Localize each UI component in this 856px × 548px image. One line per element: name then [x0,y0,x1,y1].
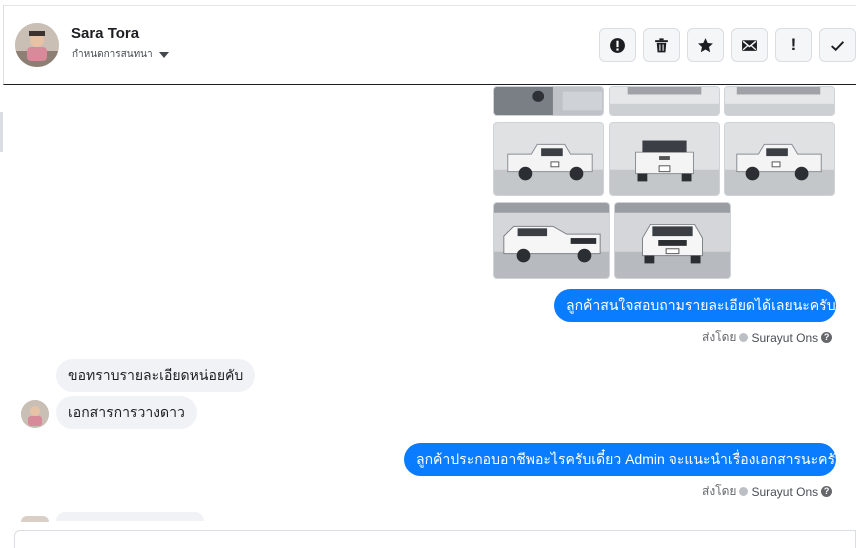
conversation-header: Sara Tora กำหนดการสนทนา ! [3,5,856,85]
done-button[interactable] [819,28,856,62]
incoming-message[interactable]: ขอทราบรายละเอียดหน่อยคับ [56,359,256,392]
check-icon [831,40,845,51]
sent-by-agent[interactable]: Surayut Ons [751,331,818,345]
verified-icon [739,487,749,496]
conversation-actions: ! [599,28,856,62]
important-icon: ! [790,35,797,54]
trash-icon [655,37,668,52]
car-photo[interactable] [609,122,720,196]
sent-by-prefix: ส่งโดย [702,484,737,498]
conversation-schedule-dropdown[interactable]: กำหนดการสนทนา [72,47,169,62]
verified-icon [739,333,749,342]
incoming-message[interactable]: เอกสารการวางดาว [56,396,197,429]
car-photo[interactable] [493,86,604,116]
sent-by-label: ส่งโดย Surayut Ons ? [702,328,833,347]
sent-by-agent[interactable]: Surayut Ons [751,485,818,499]
contact-avatar-small[interactable] [21,400,49,428]
sent-by-prefix: ส่งโดย [702,330,737,344]
car-photo[interactable] [724,122,835,196]
conversation-view: Sara Tora กำหนดการสนทนา ! ลูกค้าสนใจสอบถ… [0,0,856,548]
star-button[interactable] [687,28,724,62]
conversation-schedule-label: กำหนดการสนทนา [72,49,153,60]
mail-button[interactable] [731,28,768,62]
sent-by-label: ส่งโดย Surayut Ons ? [702,482,833,501]
delete-button[interactable] [643,28,680,62]
panel-divider [0,112,3,152]
car-photo[interactable] [493,122,604,196]
help-icon[interactable]: ? [821,332,833,343]
car-photo[interactable] [614,202,731,279]
caret-down-icon [158,52,169,58]
contact-avatar[interactable] [15,23,59,67]
outgoing-message[interactable]: ลูกค้าสนใจสอบถามรายละเอียดได้เลยนะครับ [554,289,836,322]
contact-name[interactable]: Sara Tora [71,25,139,42]
outgoing-message[interactable]: ลูกค้าประกอบอาชีพอะไรครับเดี๋ยว Admin จะ… [404,443,844,476]
star-icon [698,37,713,52]
report-icon [610,37,625,53]
car-photo[interactable] [609,86,720,116]
car-photo[interactable] [493,202,610,279]
incoming-message[interactable] [56,512,204,521]
car-photo[interactable] [724,86,835,116]
contact-avatar-small[interactable] [21,516,49,522]
help-icon[interactable]: ? [821,486,833,497]
message-composer[interactable] [14,530,856,548]
mail-icon [742,39,757,51]
report-button[interactable] [599,28,636,62]
important-button[interactable]: ! [775,28,812,62]
